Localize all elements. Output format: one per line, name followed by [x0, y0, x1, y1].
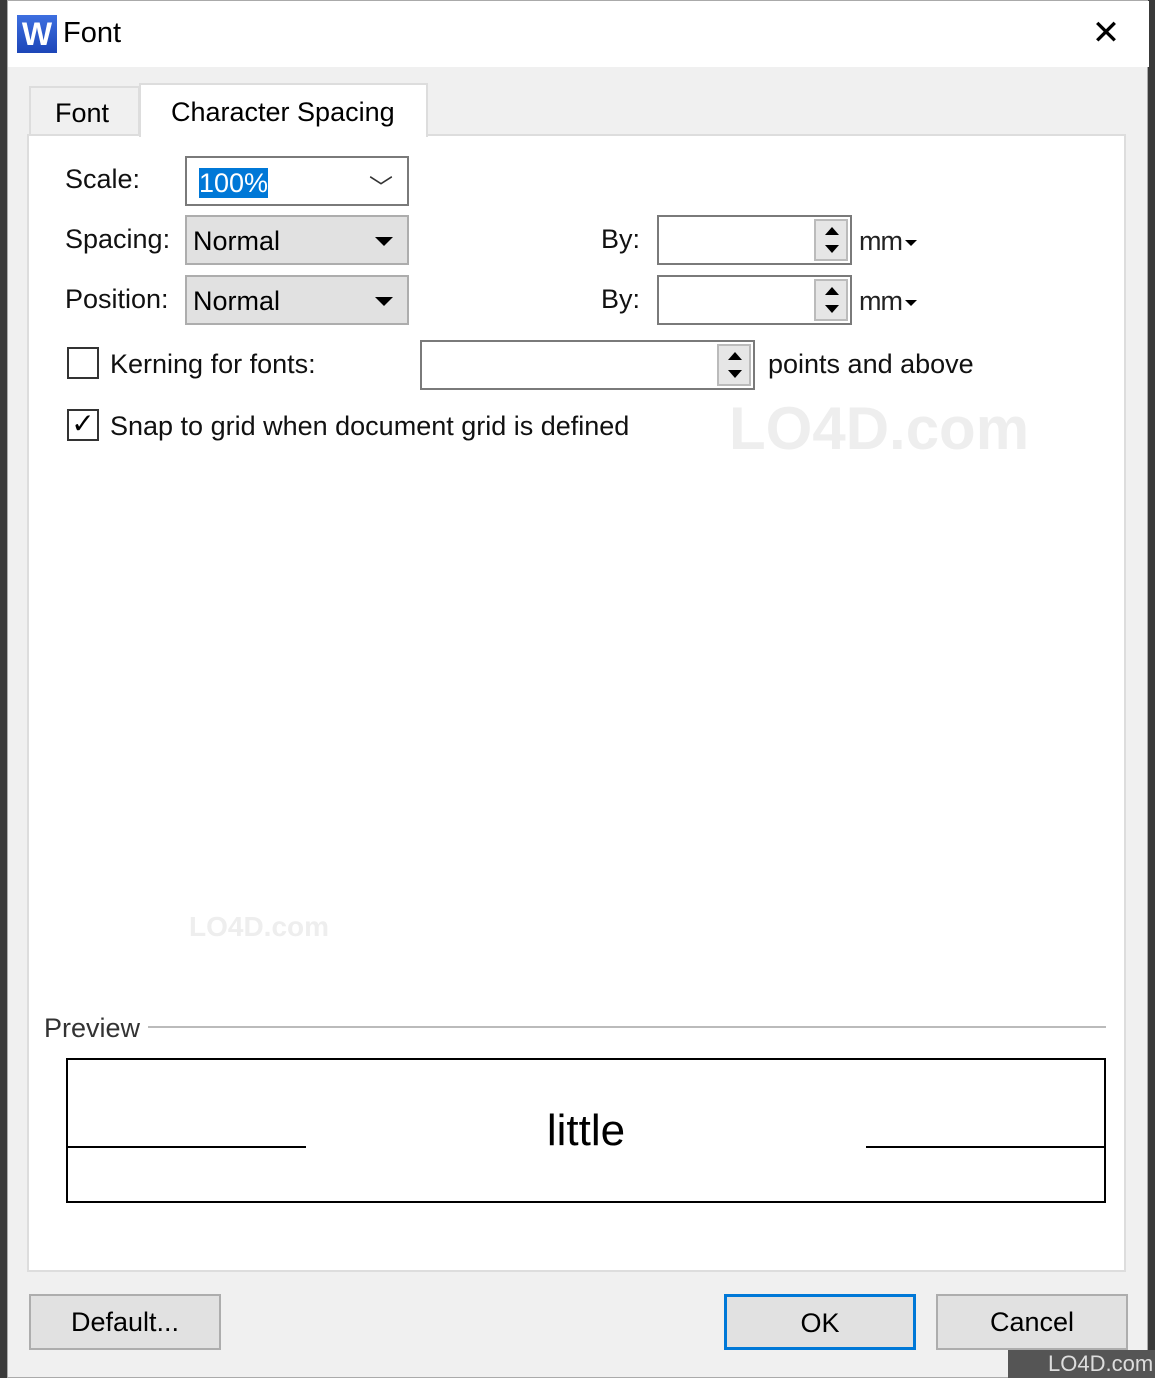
spin-up-icon[interactable] — [825, 227, 839, 235]
font-dialog: W Font ✕ Font Character Spacing Scale: 1… — [7, 0, 1149, 1378]
preview-box: little — [66, 1058, 1106, 1203]
snap-to-grid-checkbox[interactable]: ✓ — [67, 409, 99, 441]
cancel-button[interactable]: Cancel — [936, 1294, 1128, 1350]
dropdown-arrow-icon — [904, 299, 917, 306]
position-unit: mm — [859, 286, 903, 316]
close-icon: ✕ — [1091, 14, 1121, 52]
position-by-input[interactable] — [657, 275, 852, 325]
baseline-right — [866, 1146, 1104, 1148]
spacing-unit: mm — [859, 226, 903, 256]
spin-down-icon[interactable] — [728, 370, 742, 378]
kerning-checkbox[interactable] — [67, 347, 99, 379]
kerning-suffix: points and above — [768, 349, 974, 379]
chevron-down-icon: ﹀ — [369, 175, 393, 202]
spin-buttons[interactable] — [814, 279, 848, 321]
position-unit-dropdown[interactable]: mm — [859, 286, 917, 317]
default-button[interactable]: Default... — [29, 1294, 221, 1350]
scale-combobox[interactable]: 100% ﹀ — [185, 156, 409, 206]
spin-down-icon[interactable] — [825, 305, 839, 313]
watermark-badge: LO4D.com — [1008, 1350, 1155, 1378]
spacing-by-label: By: — [601, 224, 641, 254]
dropdown-arrow-icon — [904, 239, 917, 246]
close-button[interactable]: ✕ — [1086, 13, 1126, 53]
dropdown-arrow-icon — [375, 297, 393, 306]
position-dropdown[interactable]: Normal — [185, 275, 409, 325]
scale-label: Scale: — [65, 164, 141, 194]
checkmark-icon: ✓ — [71, 408, 95, 439]
ok-button[interactable]: OK — [724, 1294, 916, 1350]
spacing-unit-dropdown[interactable]: mm — [859, 226, 917, 257]
snap-to-grid-label: Snap to grid when document grid is defin… — [110, 411, 630, 441]
spin-up-icon[interactable] — [825, 287, 839, 295]
spacing-by-input[interactable] — [657, 215, 852, 265]
title-bar: W Font ✕ — [8, 1, 1149, 67]
position-label: Position: — [65, 284, 169, 314]
window-title: Font — [63, 17, 122, 49]
preview-label: Preview — [44, 1013, 141, 1043]
position-value: Normal — [193, 286, 281, 316]
kerning-input[interactable] — [420, 340, 755, 390]
watermark-logo: LO4D.com — [189, 911, 330, 942]
scale-value: 100% — [199, 168, 269, 198]
tab-character-spacing[interactable]: Character Spacing — [139, 83, 428, 137]
position-by-label: By: — [601, 284, 641, 314]
spin-up-icon[interactable] — [728, 352, 742, 360]
spacing-dropdown[interactable]: Normal — [185, 215, 409, 265]
preview-divider — [148, 1026, 1106, 1028]
dropdown-arrow-icon — [375, 237, 393, 246]
spacing-value: Normal — [193, 226, 281, 256]
kerning-label: Kerning for fonts: — [110, 349, 316, 379]
spin-buttons[interactable] — [814, 219, 848, 261]
wps-writer-icon: W — [17, 15, 57, 53]
spin-buttons[interactable] — [717, 344, 751, 386]
spin-down-icon[interactable] — [825, 245, 839, 253]
watermark-logo: LO4D.com — [729, 395, 1030, 462]
spacing-label: Spacing: — [65, 224, 171, 254]
tab-font[interactable]: Font — [29, 86, 140, 135]
preview-text: little — [546, 1106, 626, 1155]
